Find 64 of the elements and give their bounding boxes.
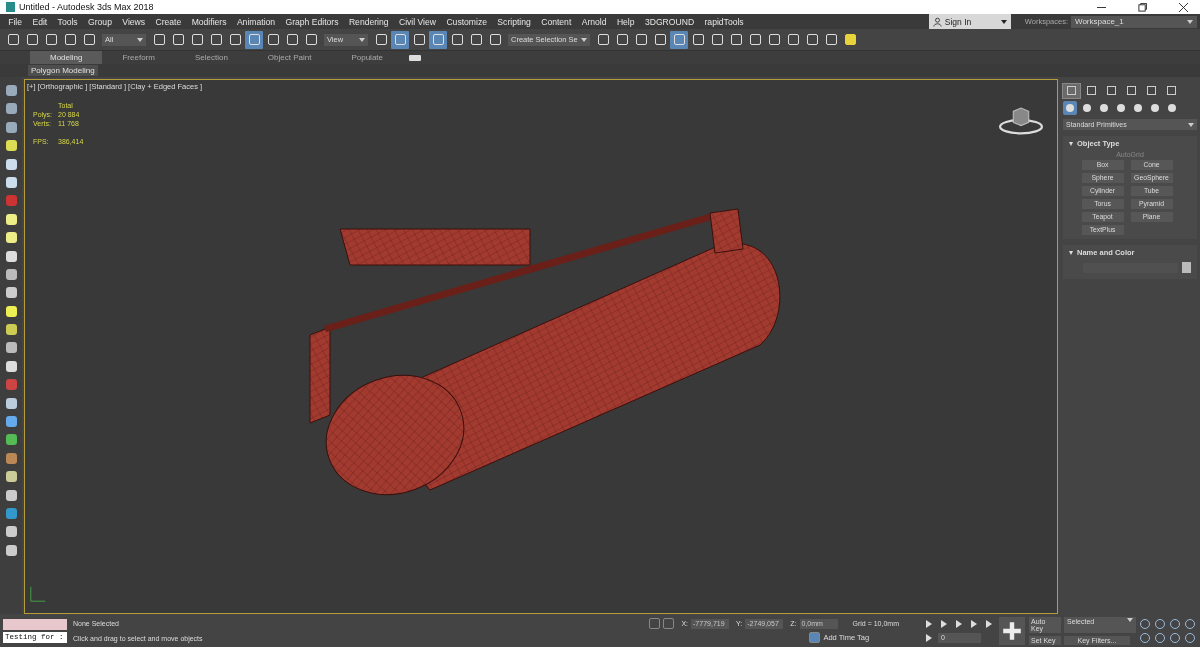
command-panel-tab[interactable] — [1063, 83, 1080, 98]
app-logo-icon — [6, 2, 15, 12]
toolbar-icon[interactable] — [391, 30, 409, 49]
tool-icon[interactable] — [5, 324, 17, 336]
set-key-icon[interactable] — [999, 616, 1025, 645]
menu-item[interactable]: 3DGROUND — [639, 16, 700, 27]
tool-icon[interactable] — [5, 250, 17, 262]
tool-icon[interactable] — [5, 489, 17, 501]
tool-icon[interactable] — [5, 305, 17, 317]
toolbar-icon[interactable] — [429, 30, 447, 49]
window-title: Untitled - Autodesk 3ds Max 2018 — [19, 2, 154, 12]
maxscript-listener-field[interactable] — [3, 618, 67, 630]
maximize-icon[interactable] — [1138, 2, 1147, 12]
menu-item[interactable]: Graph Editors — [280, 16, 344, 27]
menu-item[interactable]: Rendering — [343, 16, 394, 27]
menu-item[interactable]: Create — [150, 16, 187, 27]
menu-item[interactable]: Tools — [52, 16, 83, 27]
menu-item[interactable]: Help — [611, 16, 640, 27]
tool-icon[interactable] — [5, 176, 17, 188]
tool-icon[interactable] — [5, 140, 17, 152]
menu-item[interactable]: File — [3, 16, 28, 27]
tool-icon[interactable] — [5, 287, 17, 299]
sign-in-dropdown[interactable]: Sign In — [928, 14, 1011, 29]
tool-icon[interactable] — [5, 471, 17, 483]
tool-icon[interactable] — [5, 360, 17, 372]
tool-icon[interactable] — [5, 397, 17, 409]
ribbon-options-icon[interactable] — [409, 54, 421, 61]
tool-icon[interactable] — [5, 213, 17, 225]
ribbon-tab[interactable]: Object Paint — [247, 51, 332, 64]
menu-item[interactable]: Content — [536, 16, 577, 27]
workspace-dropdown[interactable]: Workspace_1 — [1071, 15, 1197, 28]
menu-item[interactable]: Modifiers — [186, 16, 232, 27]
tool-icon[interactable] — [5, 121, 17, 133]
menu-item[interactable]: Views — [117, 16, 151, 27]
tool-icon[interactable] — [5, 416, 17, 428]
tool-icon[interactable] — [5, 232, 17, 244]
menu-item[interactable]: Animation — [231, 16, 281, 27]
tool-icon[interactable] — [5, 103, 17, 115]
tool-icon[interactable] — [5, 158, 17, 170]
toolbar-icon[interactable] — [670, 30, 688, 49]
close-icon[interactable] — [1179, 2, 1188, 12]
tool-icon[interactable] — [5, 85, 17, 96]
user-icon — [932, 16, 942, 27]
color-swatch[interactable] — [1182, 262, 1191, 273]
toolbar-icon[interactable] — [245, 30, 263, 49]
tool-icon[interactable] — [5, 434, 17, 446]
menu-item[interactable]: Scripting — [492, 16, 536, 27]
axis-tripod-icon — [29, 585, 47, 603]
tool-icon[interactable] — [5, 268, 17, 280]
ribbon-tab[interactable]: Selection — [174, 51, 248, 64]
tool-icon[interactable] — [5, 526, 17, 538]
polygon-modeling-panel[interactable]: Polygon Modeling — [28, 65, 98, 76]
tool-icon[interactable] — [5, 544, 17, 556]
menu-item[interactable]: Group — [82, 16, 118, 27]
menu-item[interactable]: Civil View — [393, 16, 442, 27]
category-button[interactable] — [1063, 100, 1077, 115]
ribbon-tab[interactable]: Populate — [331, 51, 403, 64]
ribbon-tab[interactable]: Freeform — [102, 51, 175, 64]
menu-item[interactable]: Arnold — [576, 16, 612, 27]
menu-item[interactable]: Customize — [441, 16, 493, 27]
menu-item[interactable]: rapidTools — [699, 16, 749, 27]
tool-icon[interactable] — [5, 342, 17, 354]
menu-item[interactable]: Edit — [27, 16, 53, 27]
ribbon-tab[interactable]: Modeling — [30, 51, 103, 64]
